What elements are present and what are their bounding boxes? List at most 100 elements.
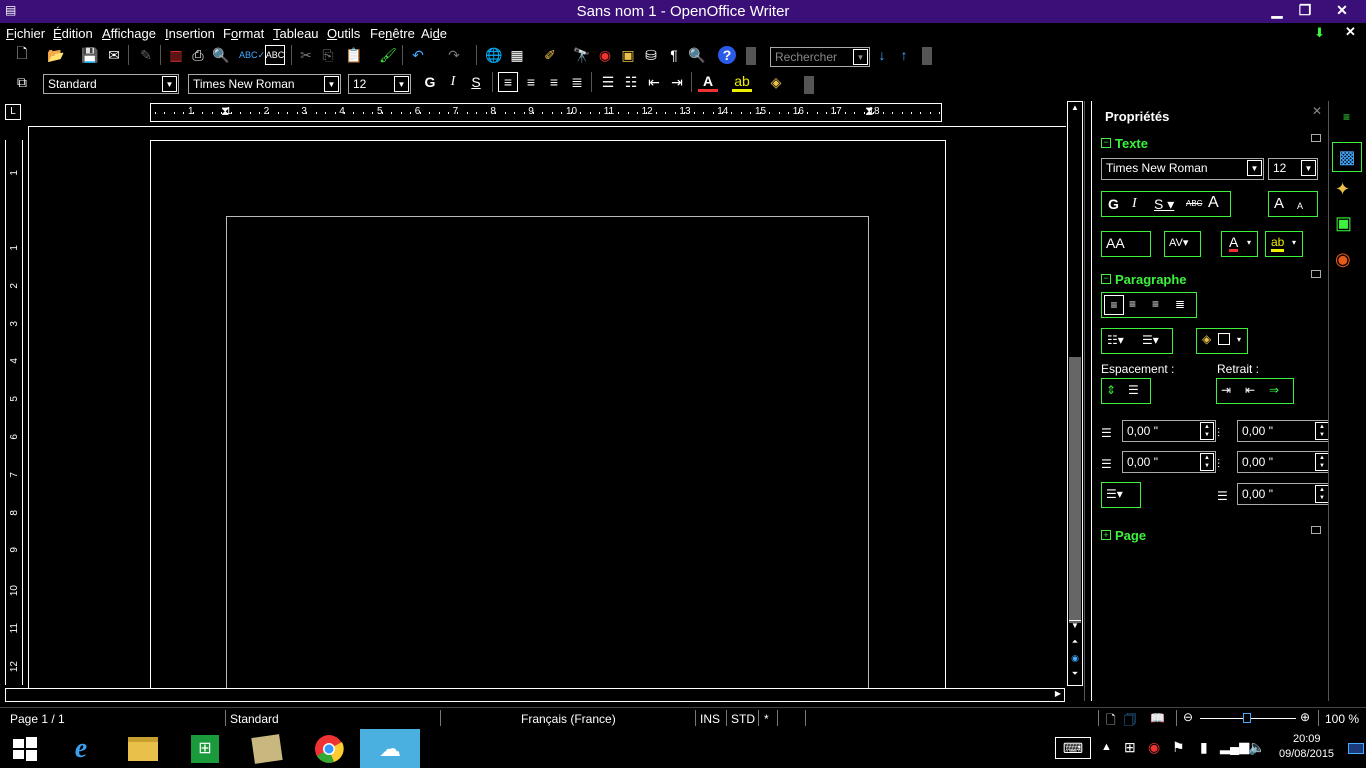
zoom-out-icon[interactable]: ⊖ — [1183, 710, 1193, 724]
autospellcheck-icon[interactable]: ABC — [265, 45, 285, 65]
paragraph-style-select[interactable]: Standard ▼ — [43, 74, 179, 94]
new-document-icon[interactable]: 🗋 — [12, 45, 32, 65]
above-spacing-field[interactable]: 0,00 " ▲ ▼ — [1122, 420, 1216, 442]
underline-button[interactable]: S — [466, 72, 486, 92]
menu-aide[interactable]: Aide — [421, 26, 447, 41]
scroll-right-icon[interactable]: ▶ — [1052, 689, 1064, 701]
align-left-icon[interactable]: ≡ — [1104, 295, 1124, 315]
below-spacing-field[interactable]: 0,00 " ▲ ▼ — [1122, 451, 1216, 473]
text-area[interactable] — [226, 216, 869, 688]
sidebar-font-select[interactable]: Times New Roman ▼ — [1101, 158, 1264, 180]
volume-icon[interactable]: 🔈 — [1248, 739, 1265, 756]
menu-fenetre[interactable]: Fenêtre — [370, 26, 415, 41]
notification-icon[interactable] — [1348, 743, 1364, 754]
chevron-down-icon[interactable]: ▼ — [1301, 160, 1316, 176]
chevron-down-icon[interactable]: ▼ — [394, 76, 409, 92]
line-spacing-icon[interactable]: ☰▾ — [1106, 487, 1123, 501]
open-icon[interactable]: 📂 — [46, 45, 66, 65]
increase-indent-icon[interactable]: ⇥ — [1221, 383, 1231, 397]
zoom-icon[interactable]: 🔍 — [687, 45, 707, 65]
find-next-icon[interactable]: ↓ — [872, 45, 892, 65]
menu-fichier[interactable]: Fichier — [6, 26, 45, 41]
previous-page-icon[interactable]: ⏶ — [1069, 637, 1081, 649]
toolbar-options-icon[interactable] — [804, 76, 814, 94]
menu-tableau[interactable]: Tableau — [273, 26, 319, 41]
zoom-slider-handle[interactable] — [1243, 713, 1251, 723]
tab-type-button[interactable]: L — [5, 104, 21, 120]
increase-spacing-icon[interactable]: ⇕ — [1106, 383, 1116, 397]
bullets-icon[interactable]: ☷▾ — [1107, 333, 1124, 347]
hanging-indent-icon[interactable]: ⇒ — [1269, 383, 1279, 397]
scrollbar-thumb[interactable] — [1069, 357, 1081, 623]
undo-icon[interactable]: ↶ — [408, 45, 428, 65]
selection-mode[interactable]: STD — [731, 712, 755, 726]
clock-time[interactable]: 20:09 — [1293, 733, 1321, 745]
store-button[interactable]: ⊞ — [182, 729, 228, 768]
superscript-icon[interactable]: AA — [1106, 235, 1125, 251]
chevron-down-icon[interactable]: ▼ — [324, 76, 339, 92]
italic-icon[interactable]: I — [1132, 196, 1137, 212]
book-view-icon[interactable]: 📖 — [1150, 711, 1165, 725]
close-document-button[interactable]: ✕ — [1345, 24, 1356, 40]
increase-font-icon[interactable]: A — [1274, 195, 1284, 212]
table-icon[interactable]: ▦ — [507, 45, 527, 65]
page-style[interactable]: Standard — [230, 712, 279, 726]
properties-tab-icon[interactable]: ▩ — [1332, 142, 1362, 172]
copy-icon[interactable]: ⎘ — [318, 45, 338, 65]
edit-file-icon[interactable]: ✎ — [136, 45, 156, 65]
language[interactable]: Français (France) — [521, 712, 616, 726]
show-hidden-icons[interactable]: ▲ — [1101, 741, 1112, 753]
page-count[interactable]: Page 1 / 1 — [10, 712, 65, 726]
align-right-icon[interactable]: ≡ — [544, 72, 564, 92]
decrease-indent-icon[interactable]: ⇤ — [1245, 383, 1255, 397]
formatting-marks-icon[interactable]: ¶ — [664, 45, 684, 65]
indent-marker[interactable]: ⧗ — [221, 104, 229, 119]
font-color-icon[interactable]: A — [698, 72, 718, 92]
section-paragraph[interactable]: Paragraphe — [1115, 272, 1187, 287]
clone-formatting-icon[interactable]: 🖌 — [378, 45, 398, 65]
windows-update-icon[interactable]: ⊞ — [1124, 739, 1136, 756]
print-preview-icon[interactable]: 🔍 — [211, 45, 231, 65]
email-icon[interactable]: ✉ — [104, 45, 124, 65]
openoffice-button[interactable]: ☁ — [360, 729, 420, 768]
menu-edition[interactable]: Édition — [53, 26, 93, 41]
align-center-icon[interactable]: ≡ — [1129, 297, 1136, 311]
font-name-select[interactable]: Times New Roman ▼ — [188, 74, 341, 94]
styles-tab-icon[interactable]: ✦ — [1335, 179, 1350, 200]
close-icon[interactable]: ✕ — [1312, 104, 1322, 118]
font-size-select[interactable]: 12 ▼ — [348, 74, 411, 94]
styles-formatting-icon[interactable]: ⧉ — [12, 72, 32, 92]
highlighting-icon[interactable]: ab — [732, 72, 752, 92]
save-icon[interactable]: 💾 — [80, 45, 100, 65]
scroll-down-icon[interactable]: ▼ — [1069, 620, 1081, 632]
chevron-down-icon[interactable]: ▼ — [853, 49, 868, 65]
help-icon[interactable]: ? — [718, 46, 736, 64]
sidebar-splitter[interactable] — [1084, 101, 1090, 701]
menu-outils[interactable]: Outils — [327, 26, 360, 41]
more-options-icon[interactable] — [1311, 270, 1321, 278]
increase-indent-icon[interactable]: ⇥ — [667, 72, 687, 92]
font-color-icon[interactable]: A — [1229, 235, 1239, 252]
menu-affichage[interactable]: Affichage — [102, 26, 156, 41]
character-spacing-icon[interactable]: AV▾ — [1169, 236, 1188, 249]
background-color-icon[interactable]: ◈ — [766, 72, 786, 92]
data-sources-icon[interactable]: ⛁ — [641, 45, 661, 65]
menu-format[interactable]: Format — [223, 26, 264, 41]
zoom-in-icon[interactable]: ⊕ — [1300, 710, 1310, 724]
gallery-icon[interactable]: ▣ — [618, 45, 638, 65]
underline-icon[interactable]: S ▾ — [1154, 196, 1174, 213]
strikethrough-icon[interactable]: ABC — [1186, 199, 1202, 208]
expand-icon[interactable]: + — [1101, 530, 1111, 540]
chevron-down-icon[interactable]: ▼ — [162, 76, 177, 92]
start-button[interactable] — [2, 729, 48, 768]
collapse-icon[interactable]: − — [1101, 138, 1111, 148]
restore-button[interactable]: ❐ — [1290, 0, 1320, 23]
decrease-font-icon[interactable]: A — [1297, 201, 1303, 211]
print-icon[interactable]: ⎙ — [188, 45, 208, 65]
find-previous-icon[interactable]: ↑ — [894, 45, 914, 65]
vertical-scrollbar[interactable]: ▲ ▼ ⏶ ◉ ⏷ — [1067, 101, 1083, 686]
numbering-icon[interactable]: ☰▾ — [1142, 333, 1159, 347]
action-center-icon[interactable]: ⚑ — [1172, 739, 1185, 756]
horizontal-scrollbar[interactable]: ▶ — [5, 688, 1065, 702]
spellcheck-icon[interactable]: ABC✓ — [239, 45, 265, 65]
